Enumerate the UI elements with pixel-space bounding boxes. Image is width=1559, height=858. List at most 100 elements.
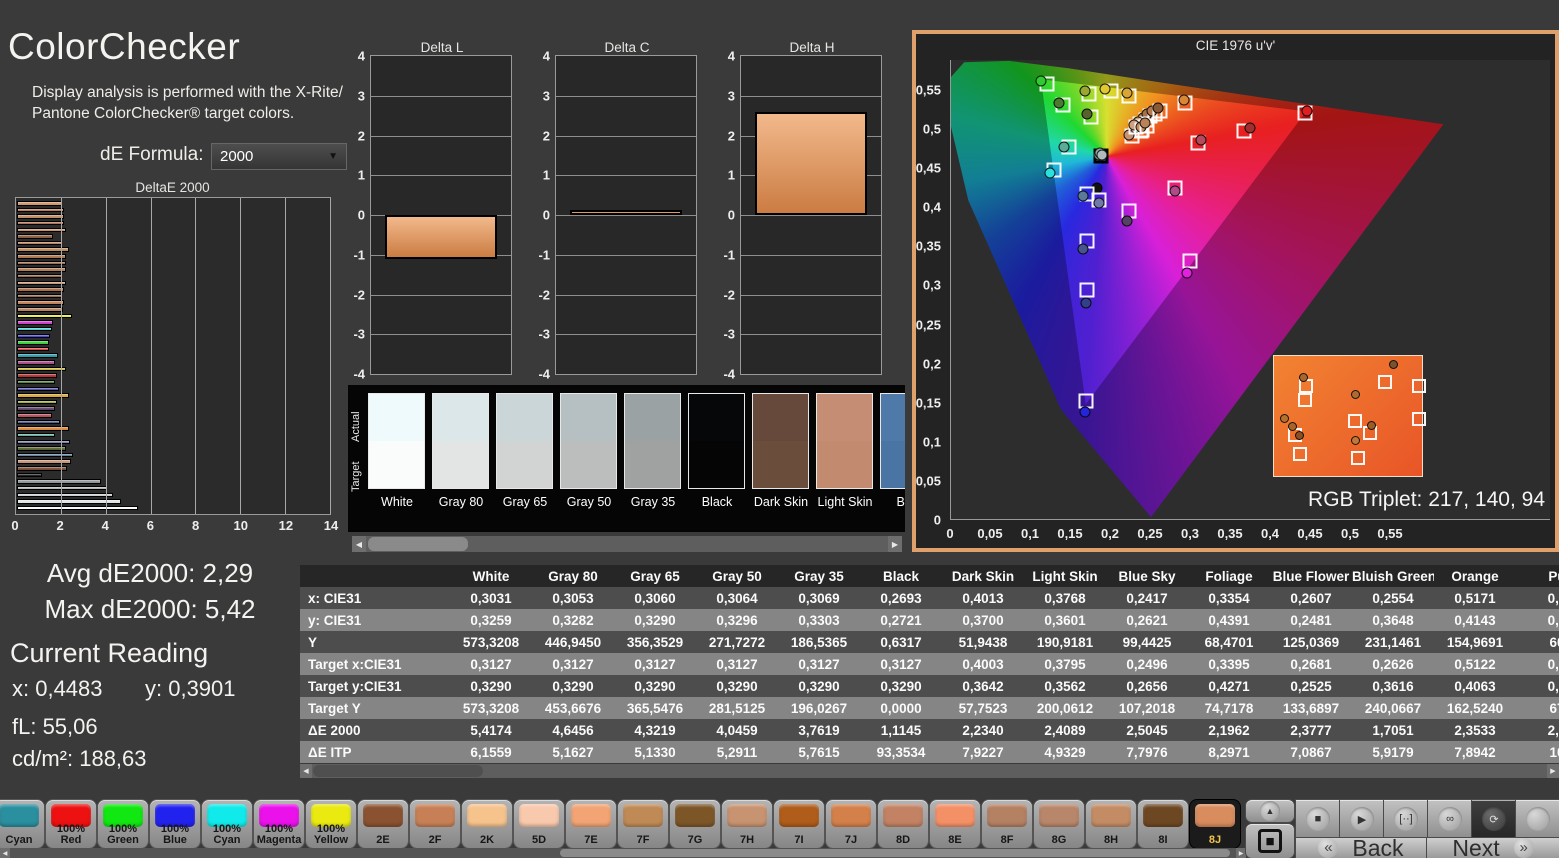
patch-button-5d[interactable]: 5D (514, 800, 564, 848)
patch-button-7j[interactable]: 7J (826, 800, 876, 848)
back-button[interactable]: « Back (1296, 835, 1426, 858)
deltae-bar (17, 240, 62, 246)
gridline (285, 198, 287, 514)
patch-button-2e[interactable]: 2E (358, 800, 408, 848)
toolbar-scrollbar[interactable]: ◀ ▶ (0, 848, 1246, 858)
axis-tick-label: 0,35 (1217, 526, 1243, 541)
patch-button-2f[interactable]: 2F (410, 800, 460, 848)
refresh-button[interactable]: ⟳ (1472, 800, 1516, 838)
scroll-right-icon[interactable]: ▶ (888, 536, 902, 552)
table-cell: 0,3768 (1044, 590, 1086, 606)
swatch-label: Black (701, 495, 733, 509)
scroll-left-icon[interactable]: ◀ (300, 764, 312, 778)
deltae-bar (17, 260, 67, 266)
play-button[interactable]: ▶ (1340, 800, 1384, 838)
axis-tick-label: 2 (542, 128, 550, 143)
patch-button-8h[interactable]: 8H (1086, 800, 1136, 848)
patch-button-7e[interactable]: 7E (566, 800, 616, 848)
patch-button-100yellow[interactable]: 100% Yellow (306, 800, 356, 848)
table-header-row: White Gray 80 Gray 65 Gray 50 Gray 35 Black Da… (300, 565, 1559, 587)
continuous-button[interactable]: ∞ (1428, 800, 1472, 838)
patch-window-button[interactable]: ■ (1246, 824, 1294, 858)
patch-button-cyan[interactable]: Cyan (0, 800, 44, 848)
scroll-right-icon[interactable]: ▶ (1547, 764, 1559, 778)
axis-tick-label: 8 (191, 518, 200, 533)
patch-button-2k[interactable]: 2K (462, 800, 512, 848)
inset-measured-dot (1280, 413, 1290, 423)
table-cell: 0,4143 (1454, 612, 1496, 628)
deltae-bar (17, 234, 53, 239)
patch-button-8g[interactable]: 8G (1034, 800, 1084, 848)
patch-button-100magenta[interactable]: 100% Magenta (254, 800, 304, 848)
swatch-target (881, 441, 905, 488)
patch-button-100red[interactable]: 100% Red (46, 800, 96, 848)
inset-measured-dot (1351, 436, 1361, 446)
frame-button[interactable]: [··] (1384, 800, 1428, 838)
patch-color-chip (0, 804, 39, 827)
swatch-actual (881, 394, 905, 441)
play-icon: ▶ (1350, 807, 1374, 831)
scroll-left-icon[interactable]: ◀ (352, 536, 366, 552)
deltae-bar (17, 386, 60, 392)
table-cell: 4,0459 (716, 722, 758, 738)
table-cell: 4,9329 (1044, 744, 1086, 760)
gridline (371, 135, 511, 137)
gridline (556, 95, 696, 97)
gridline (556, 294, 696, 296)
scroll-left-icon[interactable]: ◀ (0, 848, 10, 858)
axis-tick-label: -2 (538, 287, 550, 302)
table-cell: 271,7272 (708, 634, 766, 650)
chart-title: Delta H (789, 40, 835, 55)
deltae-bar (17, 280, 67, 286)
table-cell: 0,3060 (634, 590, 676, 606)
deltae-bar (17, 479, 101, 484)
patch-button-7h[interactable]: 7H (722, 800, 772, 848)
toolbar-scrollbar-thumb[interactable] (560, 849, 1230, 857)
patch-button-100green[interactable]: 100% Green (98, 800, 148, 848)
blank-button[interactable] (1516, 800, 1559, 838)
scroll-right-icon[interactable]: ▶ (1236, 848, 1246, 858)
swatch-scrollbar[interactable]: ◀ ▶ (352, 536, 902, 552)
patch-button-7i[interactable]: 7I (774, 800, 824, 848)
axis-tick-label: 0,05 (977, 526, 1003, 541)
deltae-bar (17, 399, 58, 405)
axis-tick-label: 0,2 (1100, 526, 1120, 541)
patch-button-8j[interactable]: 8J (1190, 800, 1240, 848)
patch-button-8f[interactable]: 8F (982, 800, 1032, 848)
gridline (371, 95, 511, 97)
axis-tick-label: 14 (323, 518, 339, 533)
gridline (741, 215, 881, 216)
table-cell: 0,3795 (1044, 656, 1086, 672)
table-scrollbar-thumb[interactable] (313, 765, 483, 777)
patch-button-7f[interactable]: 7F (618, 800, 668, 848)
stop-button[interactable]: ■ (1296, 800, 1340, 838)
gridline (741, 334, 881, 336)
cie-zoom-inset (1273, 355, 1426, 477)
next-button[interactable]: Next » (1427, 835, 1559, 858)
current-y: y: 0,3901 (145, 676, 236, 701)
de-formula-dropdown[interactable]: 2000 ▼ (211, 143, 347, 170)
patch-button-100cyan[interactable]: 100% Cyan (202, 800, 252, 848)
gridline (371, 334, 511, 336)
patch-button-8e[interactable]: 8E (930, 800, 980, 848)
swatch-actual (369, 394, 424, 441)
toolbar-expand-button[interactable]: ▲ (1246, 800, 1294, 822)
table-scrollbar[interactable]: ◀ ▶ (300, 764, 1559, 778)
table-cell: 0,3296 (716, 612, 758, 628)
table-row: Target y:CIE31 0,3290 0,3290 0,3290 0,3290 0,… (300, 675, 1559, 697)
table-cell: 0,4391 (1208, 612, 1250, 628)
colorchecker-window: ColorChecker Display analysis is perform… (0, 0, 1559, 858)
delta-chart-delta-c: Delta C 4 3 2 1 0 -1 -2 -3 -4 (538, 40, 697, 382)
table-cell: 7,8942 (1454, 744, 1496, 760)
patch-button-7g[interactable]: 7G (670, 800, 720, 848)
patch-button-8d[interactable]: 8D (878, 800, 928, 848)
axis-tick-label: 0,25 (1137, 526, 1163, 541)
patch-button-8i[interactable]: 8I (1138, 800, 1188, 848)
patch-label: 100% Cyan (212, 823, 242, 846)
deltae-bar (17, 300, 64, 305)
table-cell: 0,2621 (1126, 612, 1168, 628)
table-row: Target x:CIE31 0,3127 0,3127 0,3127 0,3127 0,… (300, 653, 1559, 675)
patch-button-100blue[interactable]: 100% Blue (150, 800, 200, 848)
swatch-scrollbar-thumb[interactable] (368, 537, 468, 551)
table-cell: 0,2417 (1126, 590, 1168, 606)
